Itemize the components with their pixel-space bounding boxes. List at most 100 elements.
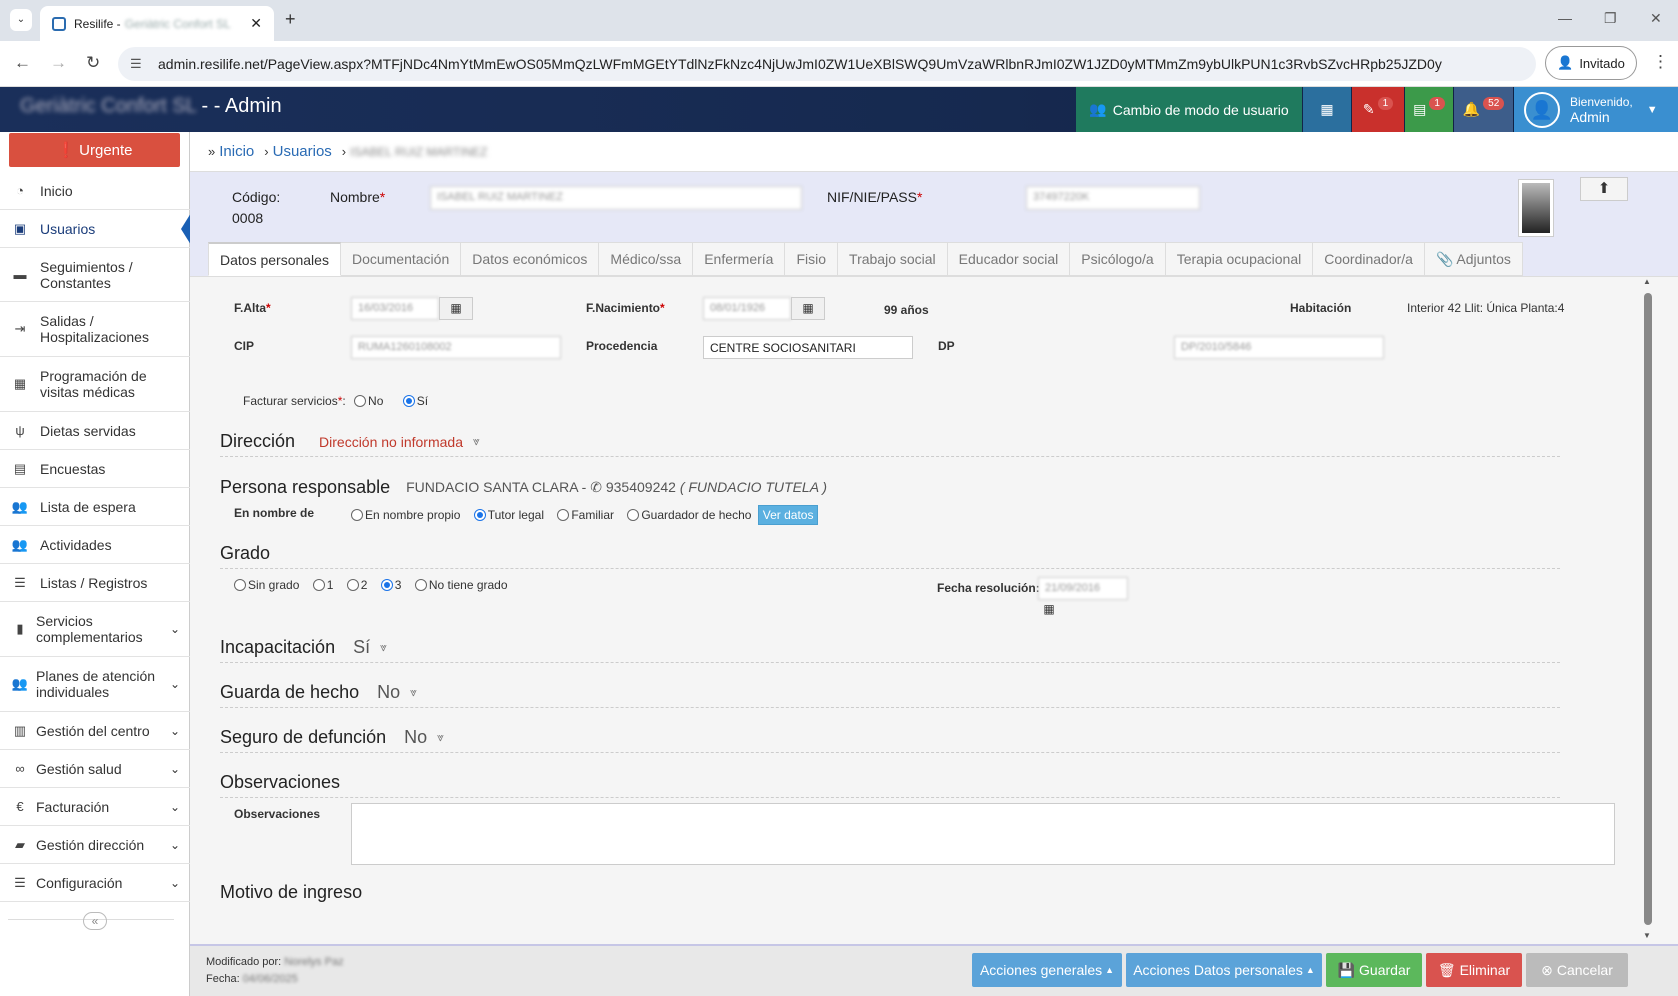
sidebar-item-visitas[interactable]: ▦ Programación de visitas médicas bbox=[0, 357, 190, 412]
tab-psicologo[interactable]: Psicólogo/a bbox=[1070, 242, 1166, 276]
url-field[interactable]: ☰ admin.resilife.net/PageView.aspx?MTFjN… bbox=[118, 47, 1536, 81]
browser-tab[interactable]: Resilife - Geriàtric Confort SL ✕ bbox=[40, 6, 274, 41]
sidebar-item-gestion-salud[interactable]: ∞ Gestión salud ⌄ bbox=[0, 750, 190, 788]
mode-switch-button[interactable]: 👥 Cambio de modo de usuario bbox=[1076, 87, 1302, 132]
scroll-thumb[interactable] bbox=[1644, 293, 1652, 925]
sidebar-item-inicio[interactable]: ◔ Inicio bbox=[0, 172, 190, 210]
sidebar-item-lista-espera[interactable]: 👥 Lista de espera bbox=[0, 488, 190, 526]
tab-medico[interactable]: Médico/ssa bbox=[599, 242, 694, 276]
personal-actions-label: Acciones Datos personales bbox=[1133, 962, 1303, 978]
tab-educador-social[interactable]: Educador social bbox=[947, 242, 1071, 276]
scroll-down-icon[interactable]: ▼ bbox=[1643, 931, 1651, 940]
calendar-button[interactable]: ▦ bbox=[1303, 87, 1351, 132]
tab-trabajo-social[interactable]: Trabajo social bbox=[838, 242, 948, 276]
nacimiento-calendar-button[interactable]: ▦ bbox=[791, 297, 825, 320]
dp-field[interactable]: DP/2010/5846 bbox=[1174, 336, 1384, 359]
save-button[interactable]: 💾 Guardar bbox=[1326, 953, 1422, 987]
name-field[interactable]: ISABEL RUIZ MARTINEZ bbox=[430, 186, 802, 210]
back-icon[interactable]: ← bbox=[14, 53, 31, 73]
incapacitacion-section[interactable]: Incapacitación Sí ⩔ bbox=[220, 633, 1560, 663]
alta-date-field[interactable]: 16/03/2016 bbox=[351, 297, 439, 320]
urgent-button[interactable]: ❗ Urgente bbox=[9, 133, 180, 167]
sin-grado-radio[interactable] bbox=[234, 579, 246, 591]
tab-datos-economicos[interactable]: Datos económicos bbox=[461, 242, 600, 276]
direccion-section[interactable]: Dirección Dirección no informada ⩔ bbox=[220, 427, 1560, 457]
tutor-legal-radio[interactable] bbox=[473, 509, 486, 521]
tab-fisio[interactable]: Fisio bbox=[785, 242, 839, 276]
upload-photo-button[interactable]: ⬆ bbox=[1580, 177, 1628, 201]
guardador-radio[interactable] bbox=[627, 509, 640, 521]
reload-icon[interactable]: ↻ bbox=[86, 53, 100, 73]
euro-icon: € bbox=[16, 799, 24, 814]
tab-search-icon[interactable]: ⌄ bbox=[10, 9, 32, 31]
facturar-si-radio[interactable] bbox=[402, 395, 415, 407]
ver-datos-button[interactable]: Ver datos bbox=[757, 505, 819, 525]
breadcrumb-users[interactable]: Usuarios bbox=[273, 143, 332, 160]
grado-2-radio[interactable] bbox=[346, 579, 359, 591]
sidebar-item-gestion-centro[interactable]: ▥ Gestión del centro ⌄ bbox=[0, 712, 190, 750]
forward-icon[interactable]: → bbox=[50, 53, 67, 73]
sidebar-item-actividades[interactable]: 👥 Actividades bbox=[0, 526, 190, 564]
facturar-no-radio[interactable] bbox=[354, 395, 367, 407]
tab-datos-personales[interactable]: Datos personales bbox=[208, 242, 341, 276]
resident-photo[interactable] bbox=[1518, 179, 1554, 237]
fecha-resolucion-calendar-button[interactable]: ▦ bbox=[1038, 600, 1060, 620]
tab-adjuntos[interactable]: 📎 Adjuntos bbox=[1424, 242, 1523, 276]
tab-title-blurred: Geriàtric Confort SL bbox=[124, 16, 231, 31]
age-value: 99 años bbox=[884, 303, 929, 317]
nacimiento-date-field[interactable]: 08/01/1926 bbox=[703, 297, 791, 320]
no-tiene-grado-radio[interactable] bbox=[414, 579, 427, 591]
user-menu-button[interactable]: 👤 Bienvenido, Admin ▼ bbox=[1514, 87, 1678, 132]
name-label: Nombre* bbox=[330, 189, 386, 205]
sidebar-item-encuestas[interactable]: ▤ Encuestas bbox=[0, 450, 190, 488]
sidebar-item-dietas[interactable]: ψ Dietas servidas bbox=[0, 412, 190, 450]
general-actions-button[interactable]: Acciones generales ▲ bbox=[972, 953, 1122, 987]
pending-tasks-button[interactable]: ✎ 1 bbox=[1352, 87, 1404, 132]
browser-menu-icon[interactable]: ⋮ bbox=[1652, 52, 1669, 72]
restore-icon[interactable]: ❐ bbox=[1604, 10, 1617, 27]
fecha-resolucion-field[interactable]: 21/09/2016 bbox=[1038, 577, 1128, 600]
tab-coordinador[interactable]: Coordinador/a bbox=[1313, 242, 1425, 276]
sidebar-item-planes[interactable]: 👥 Planes de atención individuales ⌄ bbox=[0, 657, 190, 712]
cancel-button[interactable]: ⊗ Cancelar bbox=[1526, 953, 1628, 987]
close-tab-icon[interactable]: ✕ bbox=[250, 15, 262, 32]
grado-1-radio[interactable] bbox=[312, 579, 325, 591]
collapse-sidebar-icon[interactable]: « bbox=[83, 912, 107, 930]
familiar-radio[interactable] bbox=[557, 509, 570, 521]
sidebar-item-usuarios[interactable]: ▣ Usuarios bbox=[0, 210, 191, 248]
site-info-icon[interactable]: ☰ bbox=[130, 56, 142, 72]
sidebar-item-seguimientos[interactable]: ▬ Seguimientos / Constantes bbox=[0, 248, 190, 302]
form-scrollbar[interactable]: ▲ ▼ bbox=[1642, 277, 1654, 941]
sidebar-item-gestion-direccion[interactable]: ▰ Gestión dirección ⌄ bbox=[0, 826, 190, 864]
breadcrumb-home[interactable]: Inicio bbox=[219, 143, 254, 160]
delete-button[interactable]: 🗑 Eliminar bbox=[1426, 953, 1522, 987]
scroll-up-icon[interactable]: ▲ bbox=[1643, 277, 1651, 286]
persona-responsable-section: Persona responsable FUNDACIO SANTA CLARA… bbox=[220, 472, 1560, 502]
close-window-icon[interactable]: ✕ bbox=[1650, 10, 1662, 27]
alta-calendar-button[interactable]: ▦ bbox=[439, 297, 473, 320]
guarda-section[interactable]: Guarda de hecho No ⩔ bbox=[220, 678, 1560, 708]
observaciones-textarea[interactable] bbox=[351, 803, 1615, 865]
sidebar-item-salidas[interactable]: ⇥ Salidas / Hospitalizaciones bbox=[0, 302, 190, 357]
sidebar-item-configuracion[interactable]: ☰ Configuración ⌄ bbox=[0, 864, 190, 902]
tab-enfermeria[interactable]: Enfermería bbox=[693, 242, 786, 276]
sidebar-item-facturacion[interactable]: € Facturación ⌄ bbox=[0, 788, 190, 826]
tab-documentacion[interactable]: Documentación bbox=[340, 242, 462, 276]
procedencia-field[interactable]: CENTRE SOCIOSANITARI bbox=[703, 336, 913, 359]
profile-button[interactable]: 👤 Invitado bbox=[1545, 46, 1637, 80]
new-tab-icon[interactable]: + bbox=[285, 9, 296, 30]
en-nombre-propio-radio[interactable] bbox=[351, 509, 363, 521]
documents-button[interactable]: ▤ 1 bbox=[1405, 87, 1453, 132]
seguro-section[interactable]: Seguro de defunción No ⩔ bbox=[220, 723, 1560, 753]
nif-field[interactable]: 37497220K bbox=[1026, 186, 1200, 210]
tab-terapia-ocupacional[interactable]: Terapia ocupacional bbox=[1165, 242, 1314, 276]
cancel-label: Cancelar bbox=[1556, 962, 1613, 978]
cip-field[interactable]: RUMA1260108002 bbox=[351, 336, 561, 359]
sidebar-item-servicios[interactable]: ▮ Servicios complementarios ⌄ bbox=[0, 602, 190, 657]
minimize-icon[interactable]: — bbox=[1558, 10, 1572, 26]
notifications-button[interactable]: 🔔 52 bbox=[1454, 87, 1513, 132]
grado-3-radio[interactable] bbox=[380, 579, 393, 591]
sidebar-item-label: Seguimientos / Constantes bbox=[40, 258, 133, 291]
sidebar-item-listas[interactable]: ☰ Listas / Registros bbox=[0, 564, 190, 602]
personal-actions-button[interactable]: Acciones Datos personales ▲ bbox=[1126, 953, 1322, 987]
